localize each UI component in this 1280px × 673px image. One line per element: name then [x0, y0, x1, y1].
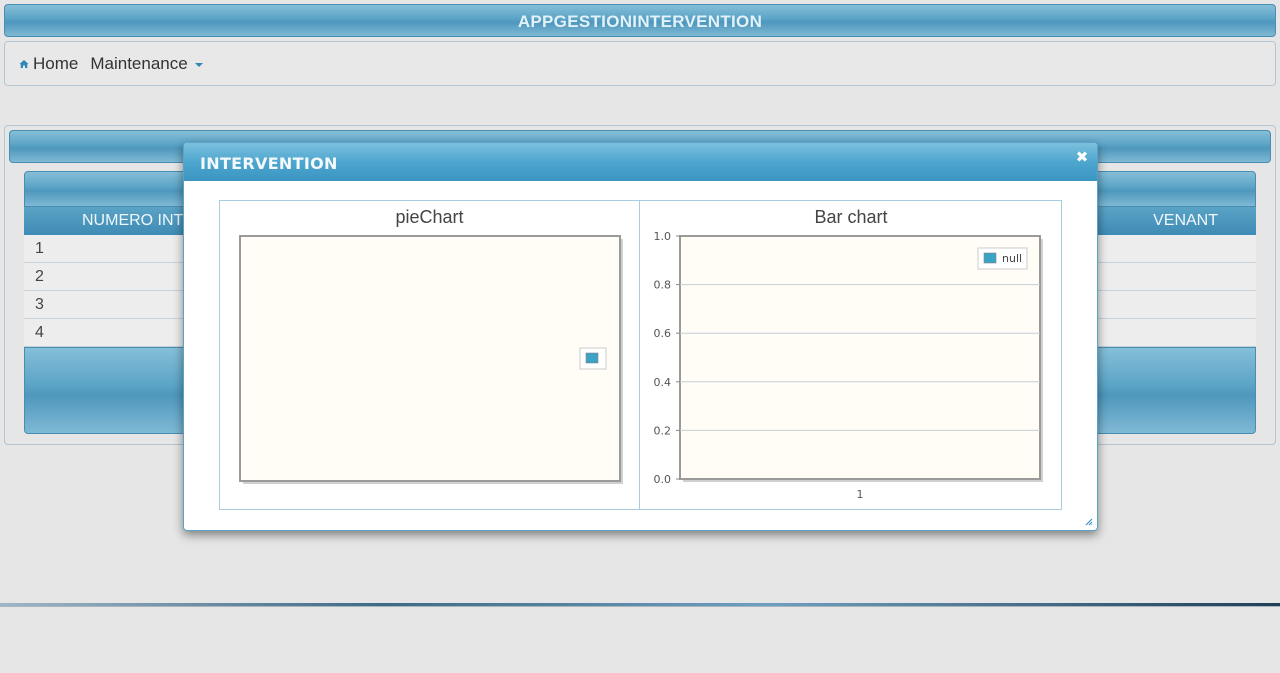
app-title: APPGESTIONINTERVENTION — [517, 12, 763, 31]
bar-x-tick-label: 1 — [857, 488, 864, 501]
bar-chart-title: Bar chart — [814, 207, 888, 227]
menu-home[interactable]: Home — [19, 54, 78, 74]
pie-legend-swatch — [585, 352, 599, 364]
close-icon[interactable]: ✖ — [1075, 150, 1089, 165]
footer-bar — [0, 606, 1280, 673]
bar-chart: 0.0 0.2 0.4 0.6 0.8 1.0 1 null — [654, 230, 1043, 501]
bar-chart-panel: Bar chart 0.0 0.2 0.4 0.6 0.8 1.0 1 null — [641, 201, 1061, 509]
bar-legend-label: null — [1002, 252, 1022, 265]
bar-y-tick-label: 0.2 — [654, 424, 672, 437]
resize-grip-icon[interactable] — [1085, 518, 1093, 526]
bar-y-tick-label: 1.0 — [654, 230, 672, 243]
dialog-title: INTERVENTION — [200, 154, 338, 173]
row-number: 4 — [35, 324, 44, 341]
pie-chart-title: pieChart — [395, 207, 464, 227]
menubar: Home Maintenance — [4, 41, 1276, 86]
bar-plot-area — [679, 235, 1041, 480]
app-title-bar: APPGESTIONINTERVENTION — [4, 4, 1276, 37]
column-header-numero[interactable]: NUMERO INT — [82, 207, 183, 235]
intervention-dialog: INTERVENTION ✖ pieChart Bar chart 0.0 0.2… — [183, 142, 1098, 531]
charts-container: pieChart Bar chart 0.0 0.2 0.4 0.6 0.8 1.0 1 nu… — [219, 200, 1062, 510]
bar-legend-swatch — [983, 252, 997, 264]
menu-maintenance[interactable]: Maintenance — [90, 53, 203, 74]
row-number: 3 — [35, 296, 44, 313]
dialog-titlebar[interactable]: INTERVENTION ✖ — [184, 143, 1097, 181]
pie-chart — [239, 235, 623, 484]
column-header-intervenant[interactable]: VENANT — [1153, 207, 1218, 235]
pie-plot-area — [239, 235, 621, 482]
bar-y-tick-label: 0.8 — [654, 279, 672, 292]
bar-y-tick-label: 0.4 — [654, 376, 672, 389]
bar-y-tick-label: 0.6 — [654, 327, 672, 340]
menu-home-label: Home — [33, 53, 79, 73]
row-number: 1 — [35, 240, 44, 257]
home-icon — [19, 59, 29, 69]
bar-y-tick-label: 0.0 — [654, 473, 672, 486]
row-number: 2 — [35, 268, 44, 285]
menu-maintenance-label: Maintenance — [90, 53, 188, 73]
chevron-down-icon — [194, 62, 203, 67]
pie-chart-panel: pieChart — [220, 201, 640, 509]
